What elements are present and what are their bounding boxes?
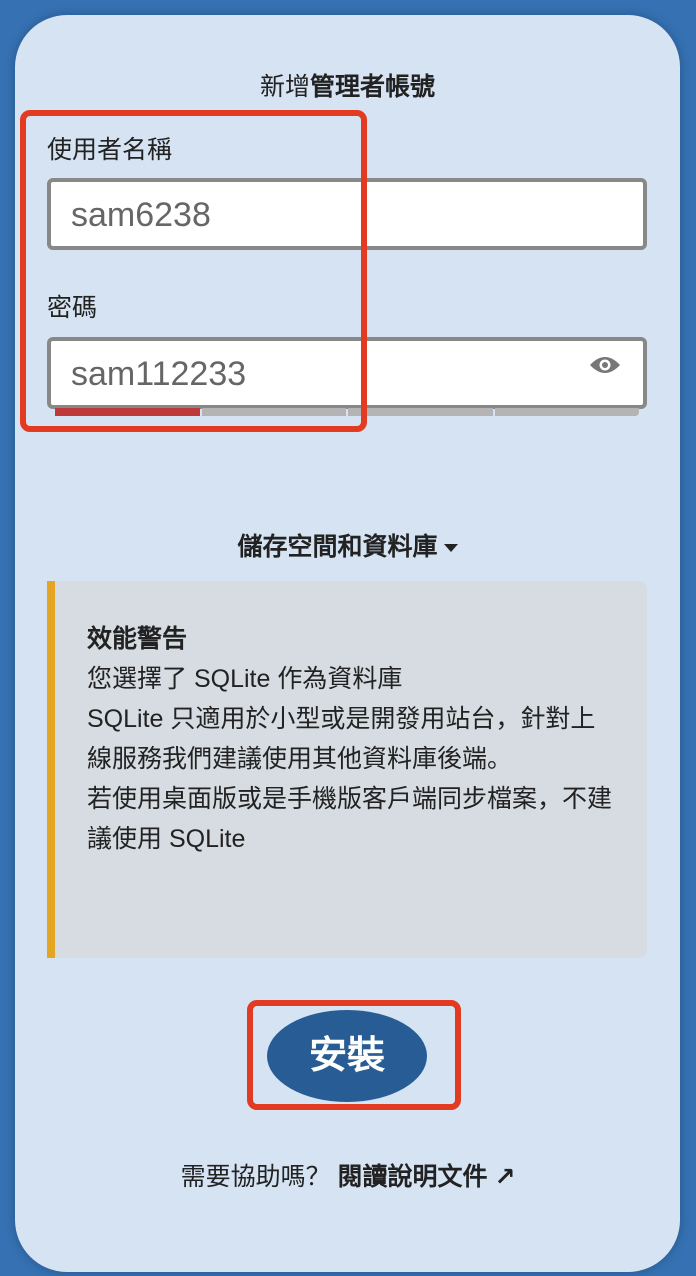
strength-segment (55, 408, 200, 416)
install-button[interactable]: 安裝 (267, 1010, 427, 1102)
password-input[interactable]: sam112233 (47, 337, 647, 409)
help-text: 需要協助嗎？ 閱讀說明文件 ↗ (0, 1157, 696, 1193)
performance-warning: 效能警告 您選擇了 SQLite 作為資料庫 SQLite 只適用於小型或是開發… (47, 581, 647, 958)
username-value: sam6238 (71, 196, 211, 234)
username-label: 使用者名稱 (47, 136, 173, 164)
documentation-link[interactable]: 閱讀說明文件 ↗ (338, 1163, 516, 1191)
title-prefix: 新增 (259, 73, 310, 101)
warning-title: 效能警告 (87, 625, 188, 653)
eye-icon[interactable] (589, 355, 621, 375)
caret-down-icon (444, 544, 459, 553)
strength-segment (348, 408, 493, 416)
title-bold: 管理者帳號 (310, 73, 436, 101)
username-input[interactable]: sam6238 (47, 178, 647, 250)
password-label: 密碼 (47, 294, 98, 322)
password-value: sam112233 (71, 355, 247, 393)
help-prompt: 需要協助嗎？ (180, 1163, 331, 1191)
warning-line: 若使用桌面版或是手機版客戶端同步檔案，不建議使用 SQLite (87, 785, 613, 853)
password-strength-meter (55, 408, 639, 416)
warning-line: 您選擇了 SQLite 作為資料庫 (87, 665, 403, 693)
strength-segment (201, 408, 346, 416)
storage-toggle-label: 儲存空間和資料庫 (237, 533, 438, 561)
strength-segment (494, 408, 639, 416)
warning-line: SQLite 只適用於小型或是開發用站台，針對上線服務我們建議使用其他資料庫後端… (87, 705, 596, 773)
storage-database-toggle[interactable]: 儲存空間和資料庫 (0, 527, 696, 563)
page-title: 新增管理者帳號 (15, 67, 680, 103)
